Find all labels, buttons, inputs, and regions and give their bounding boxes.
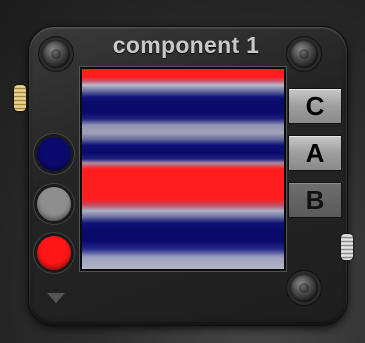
left-side-knob-icon <box>14 85 26 111</box>
tab-c[interactable]: C <box>288 88 342 124</box>
red-color-swatch[interactable] <box>37 236 71 270</box>
color-gradient-display[interactable] <box>80 67 286 271</box>
tab-b[interactable]: B <box>288 182 342 218</box>
down-arrow-icon[interactable] <box>47 293 65 303</box>
navy-color-swatch[interactable] <box>37 137 71 171</box>
top-right-screw-icon <box>290 40 318 68</box>
bottom-right-screw-icon <box>290 274 318 302</box>
top-left-screw-icon <box>42 40 70 68</box>
gray-color-swatch[interactable] <box>37 187 71 221</box>
component-title: component 1 <box>112 32 260 58</box>
tab-a[interactable]: A <box>288 135 342 171</box>
right-side-knob-icon <box>341 234 353 260</box>
